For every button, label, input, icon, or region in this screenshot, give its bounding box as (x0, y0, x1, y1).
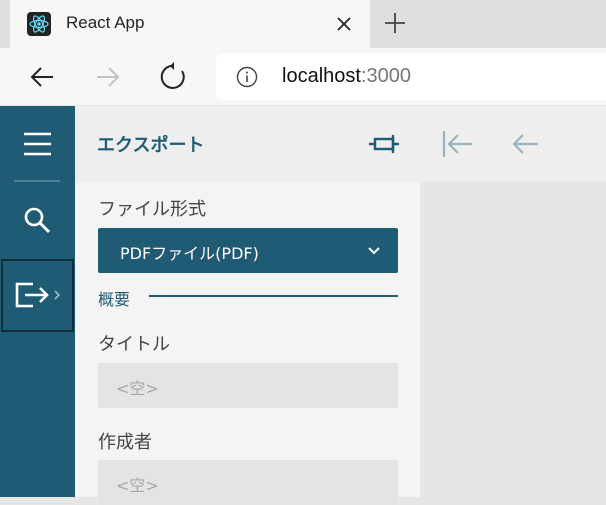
viewer-toolbar (420, 106, 606, 182)
file-format-value: PDFファイル(PDF) (120, 244, 259, 263)
hamburger-menu-icon (24, 132, 51, 156)
summary-section-label: 概要 (98, 290, 131, 309)
file-format-label: ファイル形式 (98, 199, 206, 220)
address-bar[interactable]: localhost:3000 (216, 54, 606, 100)
tab-title: React App (66, 13, 145, 32)
react-logo-icon (27, 12, 51, 36)
browser-toolbar: localhost:3000 (0, 48, 606, 106)
author-input[interactable]: <空> (98, 460, 398, 505)
browser-tabstrip: React App (0, 0, 606, 48)
url-host: localhost (282, 65, 361, 87)
close-icon[interactable] (333, 13, 355, 35)
chevron-down-icon (366, 242, 382, 258)
url-text: localhost:3000 (282, 65, 411, 88)
new-tab-icon[interactable] (382, 10, 408, 36)
url-port: :3000 (360, 65, 411, 87)
author-label: 作成者 (98, 432, 152, 453)
first-page-icon[interactable] (440, 128, 474, 160)
reload-icon[interactable] (159, 62, 189, 92)
info-icon[interactable] (236, 66, 258, 88)
search-icon (24, 207, 51, 234)
panel-header: エクスポート (75, 106, 420, 182)
export-button[interactable] (1, 259, 74, 332)
title-placeholder: <空> (116, 379, 159, 398)
export-panel: エクスポート ファイル形式 PDFファイル(PDF) 概要 タイトル <空> 作… (75, 106, 420, 505)
forward-arrow-icon[interactable] (93, 62, 123, 92)
panel-title: エクスポート (97, 135, 205, 156)
export-icon (15, 282, 61, 308)
search-button[interactable] (0, 184, 75, 258)
sidebar-divider (14, 180, 60, 182)
app-root: エクスポート ファイル形式 PDFファイル(PDF) 概要 タイトル <空> 作… (0, 106, 606, 505)
file-format-select[interactable]: PDFファイル(PDF) (98, 228, 398, 273)
author-placeholder: <空> (116, 476, 159, 495)
menu-button[interactable] (0, 106, 75, 180)
previous-page-icon[interactable] (508, 128, 542, 160)
section-divider (149, 295, 398, 297)
browser-tab[interactable]: React App (10, 0, 370, 48)
title-label: タイトル (98, 334, 170, 355)
pin-icon[interactable] (367, 130, 401, 158)
viewer-area (420, 106, 606, 497)
sidebar (0, 106, 75, 497)
title-input[interactable]: <空> (98, 363, 398, 408)
back-arrow-icon[interactable] (27, 62, 57, 92)
